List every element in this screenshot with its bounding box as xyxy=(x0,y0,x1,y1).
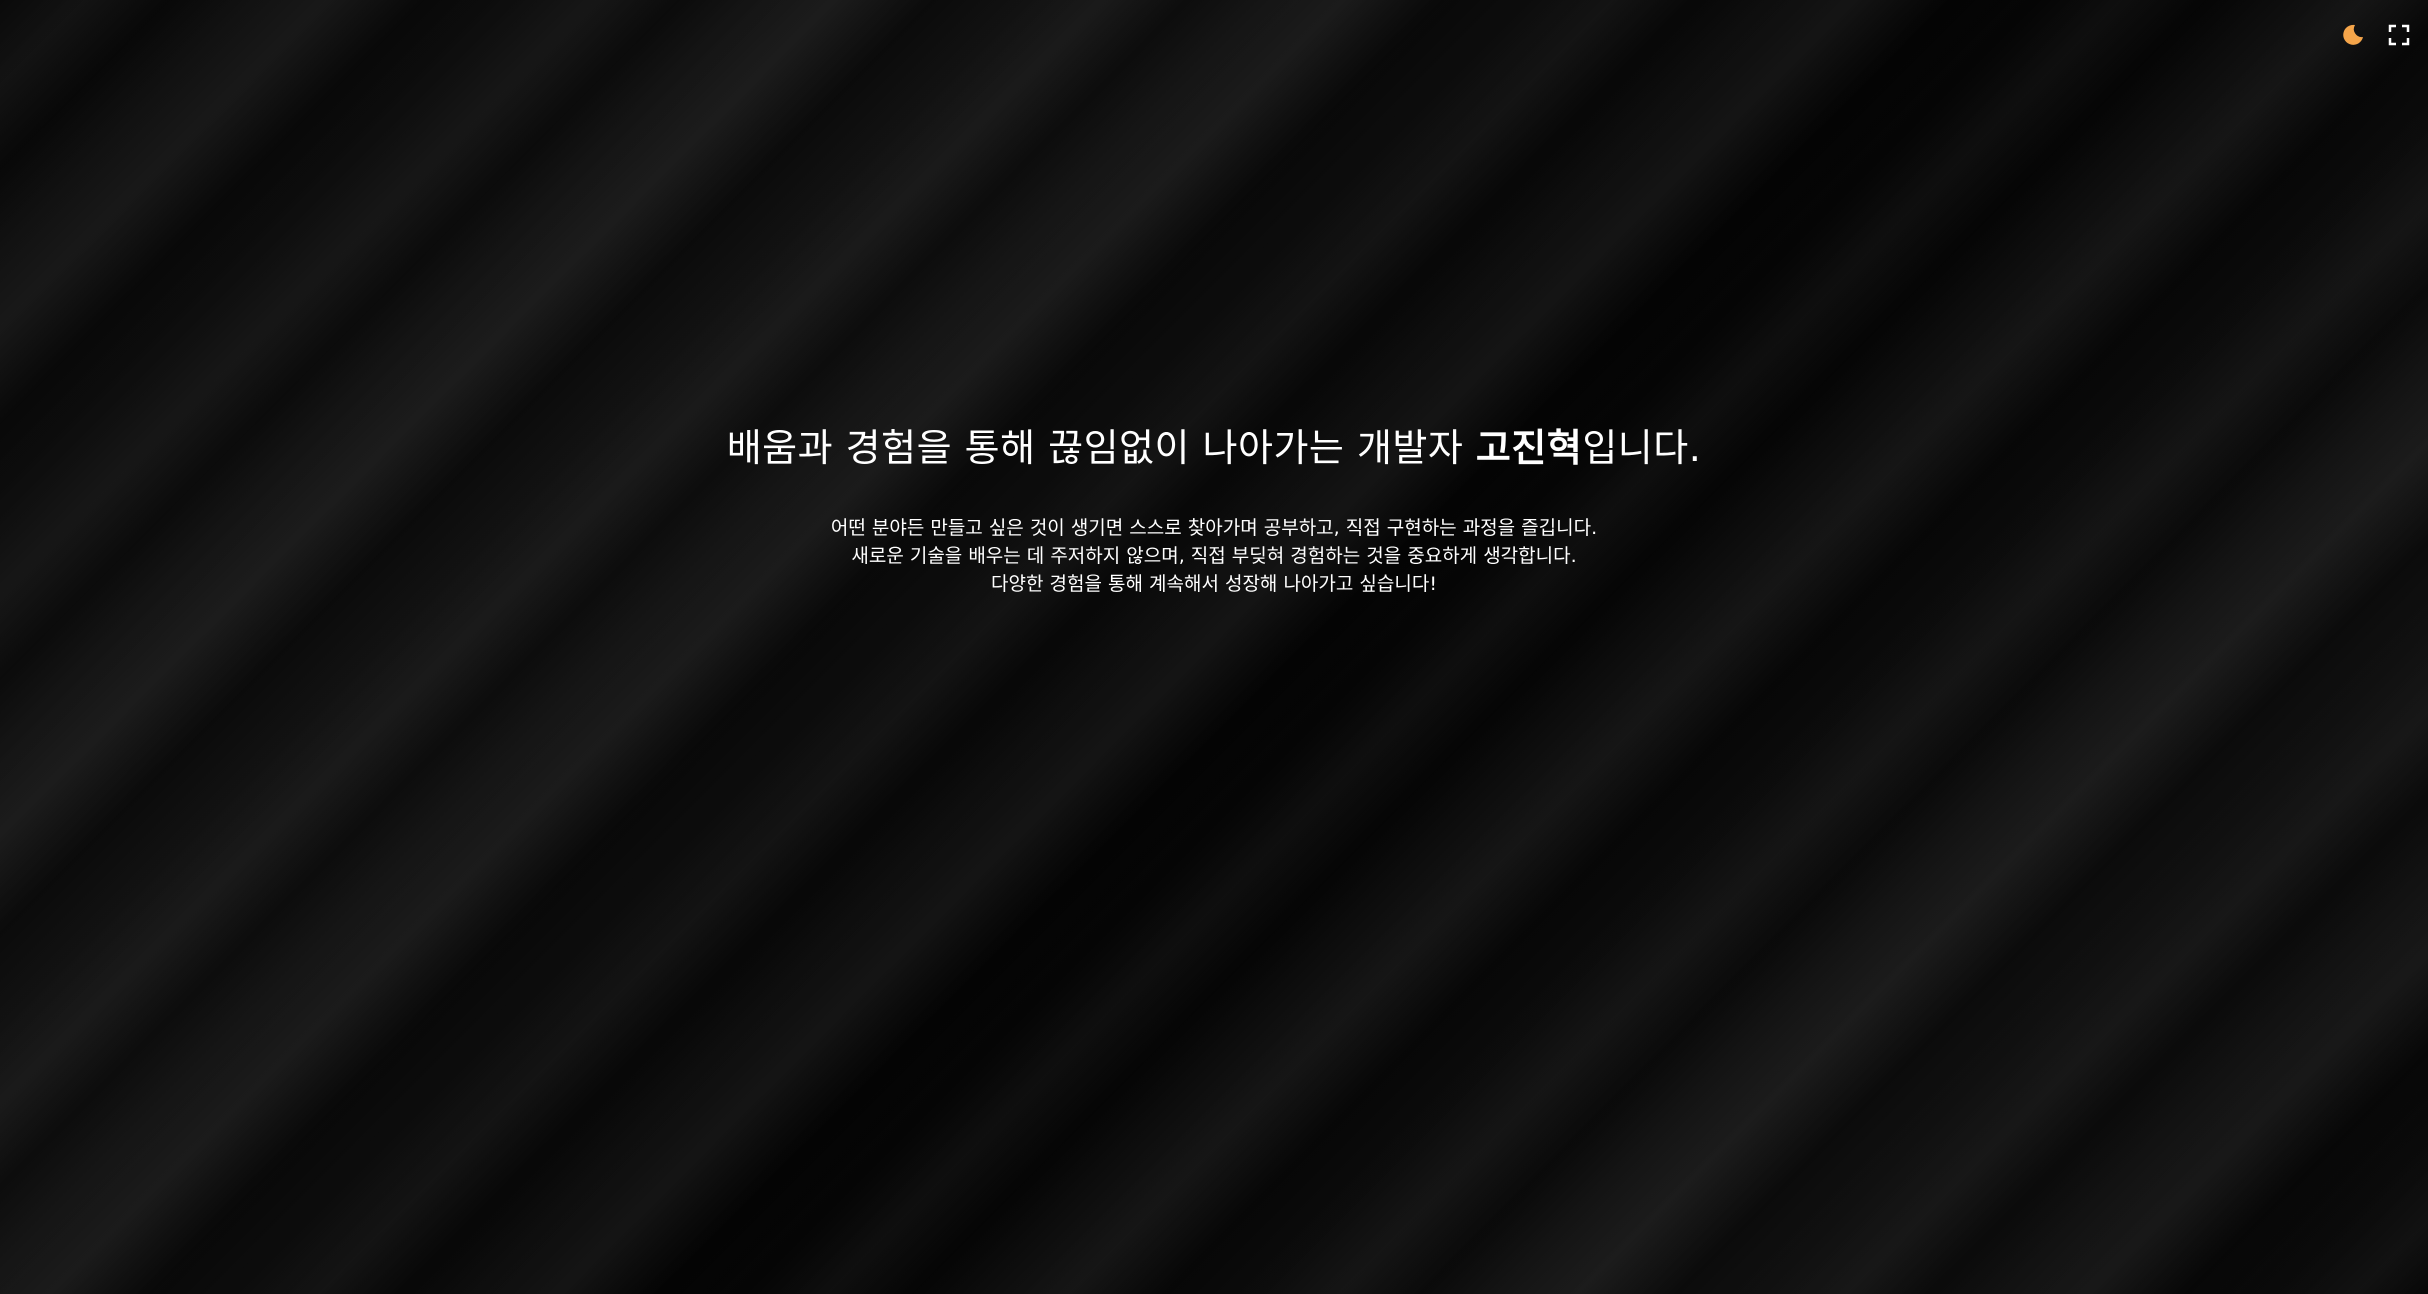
moon-icon xyxy=(2343,24,2363,45)
intro-line: 다양한 경험을 통해 계속해서 성장해 나아가고 싶습니다! xyxy=(991,573,1437,595)
intro-line: 어떤 분야든 만들고 싶은 것이 생기면 스스로 찾아가며 공부하고, 직접 구… xyxy=(830,517,1598,539)
headline: 배움과 경험을 통해 끊임없이 나아가는 개발자 고진혁입니다. xyxy=(0,420,2428,476)
background xyxy=(0,0,2428,1294)
fullscreen-button[interactable] xyxy=(2384,20,2414,50)
theme-toggle-button[interactable] xyxy=(2338,20,2368,50)
hero-section: 배움과 경험을 통해 끊임없이 나아가는 개발자 고진혁입니다. 어떤 분야든 … xyxy=(0,420,2428,598)
top-controls xyxy=(2338,20,2414,50)
headline-suffix: 입니다. xyxy=(1582,426,1702,470)
intro-description: 어떤 분야든 만들고 싶은 것이 생기면 스스로 찾아가며 공부하고, 직접 구… xyxy=(0,514,2428,598)
fullscreen-icon xyxy=(2388,24,2410,46)
developer-name: 고진혁 xyxy=(1475,426,1583,470)
headline-prefix: 배움과 경험을 통해 끊임없이 나아가는 개발자 xyxy=(726,426,1476,470)
intro-line: 새로운 기술을 배우는 데 주저하지 않으며, 직접 부딪혀 경험하는 것을 중… xyxy=(851,545,1577,567)
